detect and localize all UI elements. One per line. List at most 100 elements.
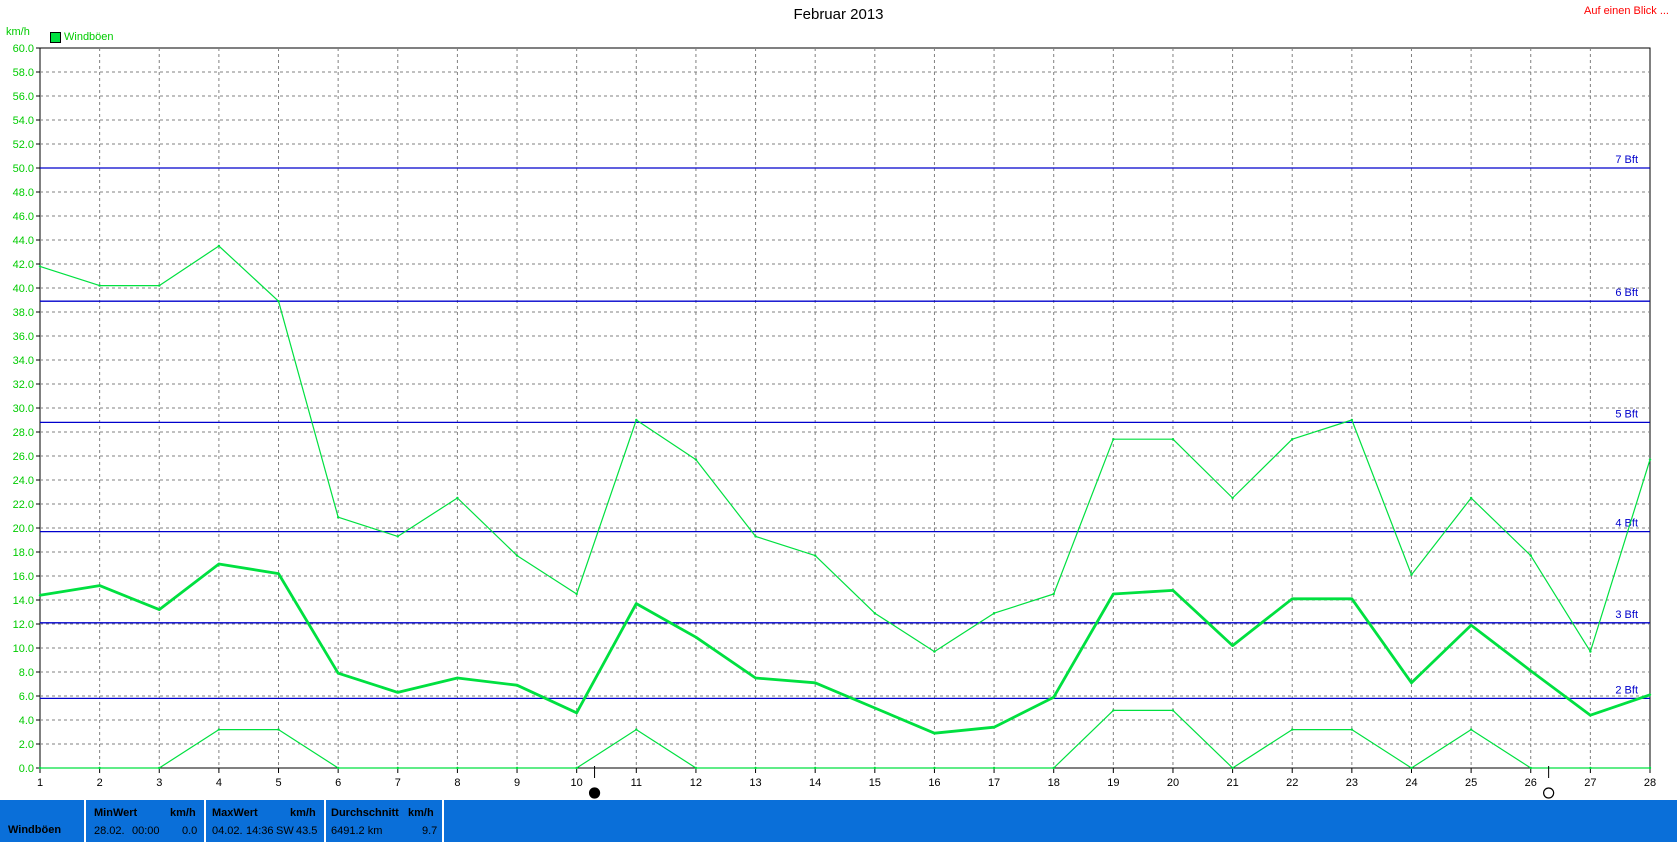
x-tick-label: 24 <box>1405 777 1417 789</box>
data-point-max <box>694 458 698 461</box>
y-tick-label: 36.0 <box>13 331 34 343</box>
data-point-min <box>1410 766 1413 770</box>
beaufort-label: 3 Bft <box>1615 609 1638 621</box>
data-point-max <box>1648 458 1652 461</box>
y-tick-label: 38.0 <box>13 307 34 319</box>
data-point-min <box>1052 766 1055 770</box>
line-chart: 0.0 2.0 4.0 6.0 8.0 10.0 12.0 14.0 16.0 18.0 20.0 2… <box>13 43 1656 799</box>
data-point-mean <box>456 676 459 680</box>
y-tick-label: 30.0 <box>13 403 34 415</box>
data-point-max <box>217 244 221 248</box>
data-point-mean <box>336 672 340 675</box>
data-point-min <box>1171 709 1175 712</box>
x-tick-label: 9 <box>514 777 520 789</box>
data-point-mean <box>992 726 996 729</box>
x-tick-label: 22 <box>1286 777 1298 789</box>
data-point-min <box>575 766 578 770</box>
data-point-max <box>1171 438 1175 441</box>
data-point-max <box>1350 418 1354 422</box>
stats-footer: Windböen MinWert km/h 28.02. 00:00 0.0 M… <box>0 800 1677 842</box>
x-tick-label: 14 <box>809 777 821 789</box>
y-tick-label: 48.0 <box>13 187 34 199</box>
x-tick-label: 12 <box>690 777 702 789</box>
data-point-min <box>754 766 757 770</box>
x-tick-label: 13 <box>749 777 761 789</box>
data-point-max <box>1052 592 1055 596</box>
data-point-max <box>933 650 936 653</box>
data-point-min <box>456 766 459 770</box>
avg-value: 9.7 <box>422 825 438 837</box>
x-tick-label: 1 <box>37 777 43 789</box>
y-tick-label: 46.0 <box>13 211 34 223</box>
data-point-min <box>336 766 340 770</box>
x-tick-label: 25 <box>1465 777 1477 789</box>
y-tick-label: 16.0 <box>13 571 34 583</box>
data-point-mean <box>1052 696 1055 699</box>
data-point-min <box>1350 728 1354 731</box>
data-point-mean <box>1112 592 1115 596</box>
x-tick-label: 19 <box>1107 777 1119 789</box>
data-point-mean <box>1529 669 1532 672</box>
x-tick-label: 5 <box>275 777 281 789</box>
x-tick-label: 10 <box>571 777 583 789</box>
full-moon-icon <box>1543 787 1555 799</box>
data-point-mean <box>873 706 877 710</box>
data-point-min <box>396 766 399 770</box>
x-tick-label: 20 <box>1167 777 1179 789</box>
footer-row-label: Windböen <box>8 824 62 836</box>
min-stat-cell: MinWert km/h 28.02. 00:00 0.0 <box>84 800 204 842</box>
x-tick-label: 6 <box>335 777 341 789</box>
max-value: 43.5 <box>296 825 318 837</box>
x-tick-label: 3 <box>156 777 162 789</box>
x-tick-label: 26 <box>1525 777 1537 789</box>
y-tick-label: 56.0 <box>13 91 34 103</box>
max-direction: SW <box>276 825 294 837</box>
y-tick-label: 0.0 <box>19 763 34 775</box>
data-point-max <box>1529 554 1532 557</box>
data-point-min <box>635 728 638 731</box>
data-point-min <box>1112 709 1115 712</box>
x-tick-label: 28 <box>1644 777 1656 789</box>
y-tick-label: 50.0 <box>13 163 34 175</box>
data-point-min <box>1648 766 1652 770</box>
data-point-max <box>754 535 757 538</box>
data-point-min <box>873 766 877 770</box>
data-point-max <box>635 418 638 422</box>
data-point-mean <box>1171 589 1175 592</box>
y-tick-label: 28.0 <box>13 427 34 439</box>
y-tick-label: 20.0 <box>13 523 34 535</box>
y-tick-label: 44.0 <box>13 235 34 247</box>
data-point-max <box>873 612 877 615</box>
max-time: 14:36 <box>246 825 274 837</box>
max-header: MaxWert <box>212 807 258 819</box>
y-tick-label: 10.0 <box>13 643 34 655</box>
data-point-mean <box>1469 624 1473 627</box>
y-tick-label: 40.0 <box>13 283 34 295</box>
data-point-max <box>1112 438 1115 441</box>
x-tick-label: 16 <box>928 777 940 789</box>
data-point-mean <box>277 572 280 575</box>
x-tick-label: 18 <box>1048 777 1060 789</box>
data-point-mean <box>1350 597 1354 600</box>
y-tick-label: 8.0 <box>19 667 34 679</box>
data-point-max <box>575 592 578 596</box>
data-point-min <box>1469 728 1473 731</box>
data-point-min <box>38 766 42 770</box>
data-point-mean <box>1410 681 1413 684</box>
data-point-max <box>1291 438 1294 441</box>
y-tick-label: 4.0 <box>19 715 34 727</box>
data-point-min <box>217 728 221 731</box>
data-point-mean <box>694 636 698 639</box>
max-unit: km/h <box>290 807 316 819</box>
data-point-mean <box>1589 714 1592 717</box>
data-point-mean <box>515 684 519 687</box>
data-point-max <box>98 284 101 287</box>
avg-distance: 6491.2 km <box>331 825 383 837</box>
y-tick-label: 34.0 <box>13 355 34 367</box>
data-point-min <box>694 766 698 770</box>
footer-end-separator <box>442 800 444 842</box>
min-header: MinWert <box>94 807 138 819</box>
y-tick-label: 24.0 <box>13 475 34 487</box>
data-point-max <box>456 496 459 500</box>
y-tick-label: 52.0 <box>13 139 34 151</box>
